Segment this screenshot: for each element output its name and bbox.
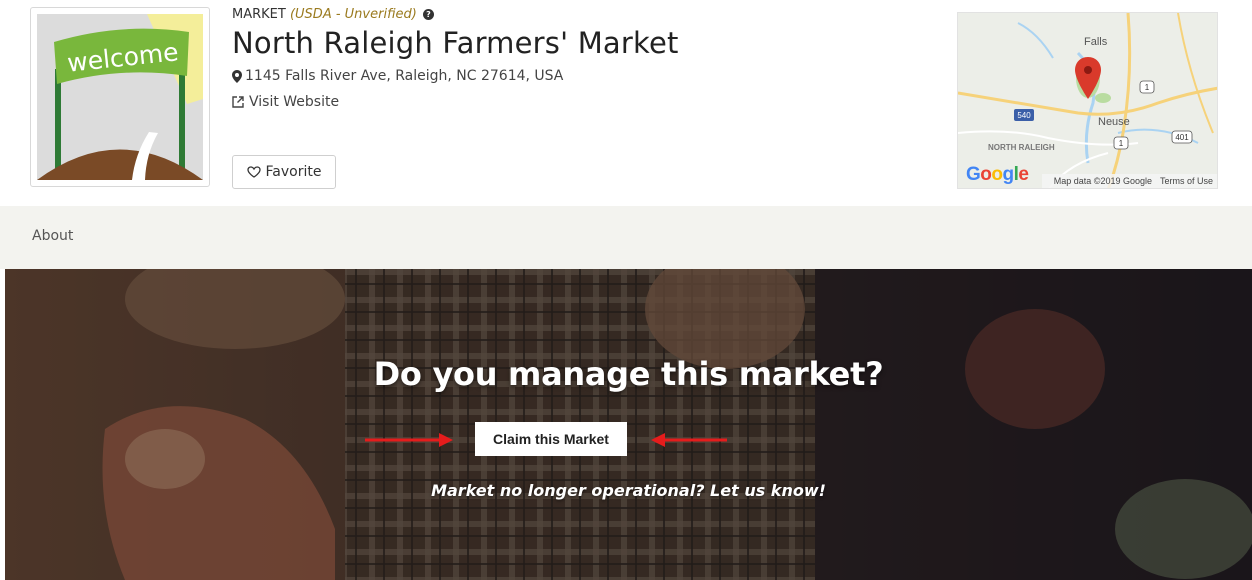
market-address-text: 1145 Falls River Ave, Raleigh, NC 27614,… (245, 68, 564, 84)
verification-status: (USDA - Unverified) (289, 7, 417, 22)
svg-text:NORTH RALEIGH: NORTH RALEIGH (988, 143, 1055, 152)
annotation-arrow-right (651, 433, 727, 447)
map-data-credit: Map data ©2019 Google (1053, 176, 1152, 186)
market-nav: About (0, 206, 1252, 269)
report-closed-link[interactable]: Market no longer operational? Let us kno… (5, 481, 1252, 500)
favorite-label: Favorite (265, 164, 322, 180)
map-marker-icon (232, 69, 242, 83)
annotation-arrow-left (365, 433, 453, 447)
svg-text:401: 401 (1175, 133, 1189, 142)
market-address: 1145 Falls River Ave, Raleigh, NC 27614,… (232, 67, 679, 85)
market-header: welcome MARKET (USDA - Unverified) ? Nor… (0, 0, 1252, 205)
location-map[interactable]: Falls Neuse NORTH RALEIGH 540 1 1 401 Go… (957, 12, 1218, 189)
visit-website-link[interactable]: Visit Website (232, 93, 679, 111)
market-type-line: MARKET (USDA - Unverified) ? (232, 7, 679, 23)
claim-heading: Do you manage this market? (373, 355, 884, 393)
map-terms-link[interactable]: Terms of Use (1160, 176, 1213, 186)
svg-text:540: 540 (1017, 111, 1031, 120)
favorite-button[interactable]: Favorite (232, 155, 336, 189)
market-type-label: MARKET (232, 7, 286, 22)
claim-market-banner: Do you manage this market? Claim this Ma… (5, 269, 1252, 580)
svg-text:1: 1 (1119, 139, 1124, 148)
tab-about[interactable]: About (32, 228, 73, 244)
market-info: MARKET (USDA - Unverified) ? North Ralei… (232, 7, 679, 111)
market-name: North Raleigh Farmers' Market (232, 26, 679, 60)
claim-market-button[interactable]: Claim this Market (475, 422, 627, 456)
svg-text:Falls: Falls (1084, 36, 1108, 48)
heart-icon (246, 166, 261, 178)
svg-text:1: 1 (1145, 83, 1150, 92)
visit-website-label: Visit Website (249, 94, 340, 110)
hero-background-photo (5, 269, 1252, 580)
google-logo: Google (966, 164, 1029, 185)
market-logo-image: welcome (37, 14, 203, 180)
help-icon[interactable]: ? (422, 9, 434, 20)
external-link-icon (232, 96, 244, 108)
svg-text:Neuse: Neuse (1098, 116, 1130, 128)
map-attribution: Map data ©2019 Google Terms of Use (1041, 174, 1217, 188)
market-logo: welcome (30, 7, 210, 187)
